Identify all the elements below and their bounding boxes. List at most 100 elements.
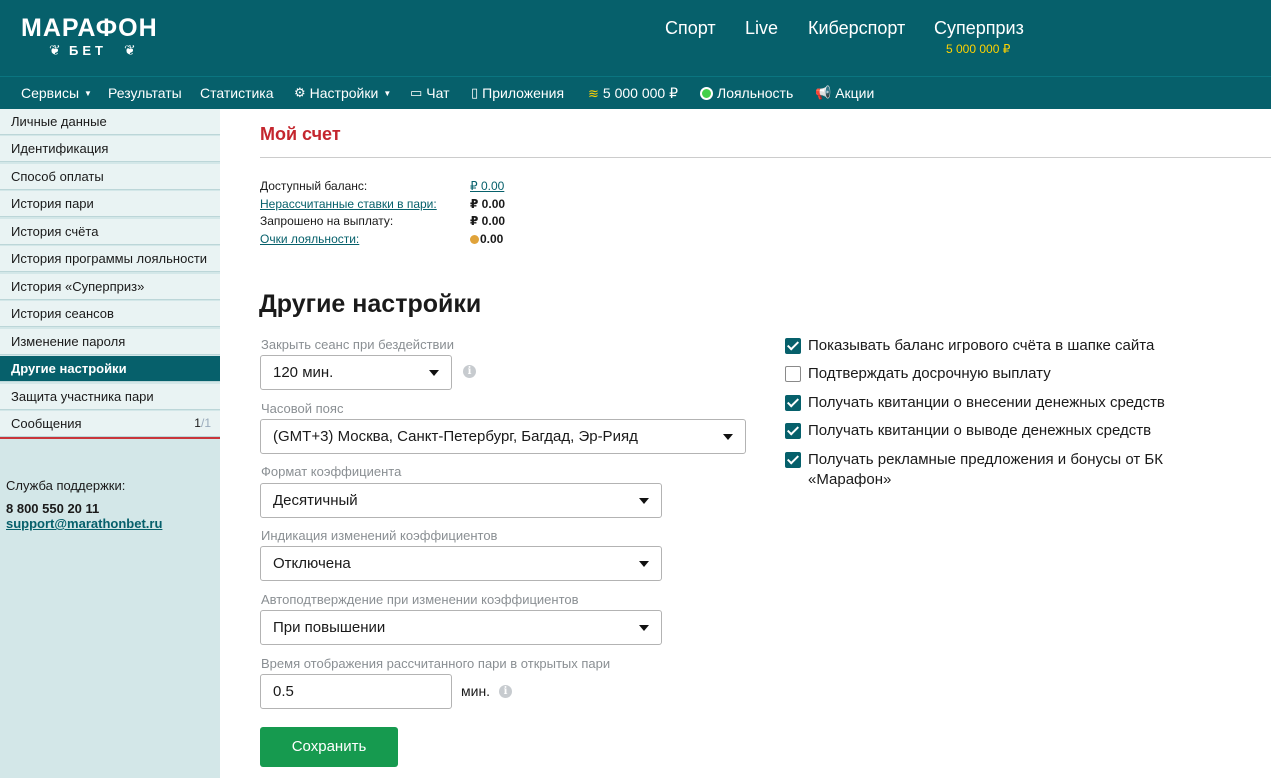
sidebar-divider bbox=[0, 437, 220, 439]
support-title: Служба поддержки: bbox=[6, 478, 126, 493]
chevron-down-icon bbox=[639, 561, 649, 567]
subnav-results-label: Результаты bbox=[108, 85, 182, 101]
odds-format-label: Формат коэффициента bbox=[261, 464, 402, 479]
checkbox-checked-icon[interactable] bbox=[785, 423, 801, 439]
chevron-down-icon bbox=[429, 370, 439, 376]
checkbox-checked-icon[interactable] bbox=[785, 395, 801, 411]
checkbox-unchecked-icon[interactable] bbox=[785, 366, 801, 382]
loyalty-coin-icon bbox=[470, 235, 479, 244]
info-icon[interactable]: i bbox=[499, 685, 512, 698]
sidebar-item-session-history[interactable]: История сеансов bbox=[0, 301, 220, 327]
laurel-right-icon: ❦ bbox=[124, 42, 136, 58]
loyalty-points-number: 0.00 bbox=[480, 232, 504, 246]
logo-text: МАРАФОН bbox=[21, 14, 158, 42]
superprize-amount[interactable]: 5 000 000 ₽ bbox=[946, 42, 1010, 56]
sidebar-item-change-password[interactable]: Изменение пароля bbox=[0, 329, 220, 355]
autoconfirm-select[interactable]: При повышении bbox=[260, 610, 662, 645]
subnav-chat-label: Чат bbox=[426, 85, 450, 101]
sidebar-item-player-protection[interactable]: Защита участника пари bbox=[0, 384, 220, 410]
checkbox-checked-icon[interactable] bbox=[785, 338, 801, 354]
settings-title: Другие настройки bbox=[259, 290, 482, 318]
checkbox-label: Получать квитанции о выводе денежных сре… bbox=[808, 422, 1152, 439]
checkbox-deposit-receipts[interactable]: Получать квитанции о внесении денежных с… bbox=[785, 393, 1225, 413]
sidebar-item-bet-history[interactable]: История пари bbox=[0, 191, 220, 217]
topnav-esports[interactable]: Киберспорт bbox=[808, 18, 905, 39]
sidebar-item-other-settings[interactable]: Другие настройки bbox=[0, 356, 220, 382]
topnav-sport[interactable]: Спорт bbox=[665, 18, 716, 39]
balance-label: Доступный баланс: bbox=[260, 179, 368, 193]
subnav-statistics[interactable]: Статистика bbox=[200, 85, 274, 101]
chevron-down-icon bbox=[639, 625, 649, 631]
topnav-live[interactable]: Live bbox=[745, 18, 778, 39]
checkbox-label: Подтверждать досрочную выплату bbox=[808, 365, 1051, 382]
loyalty-points-link[interactable]: Очки лояльности: bbox=[260, 232, 359, 246]
laurel-left-icon: ❦ bbox=[49, 42, 61, 58]
session-timeout-value: 120 мин. bbox=[273, 364, 334, 381]
top-header: МАРАФОН ❦ БЕТ ❦ Спорт Live Киберспорт Су… bbox=[0, 0, 1271, 76]
odds-format-value: Десятичный bbox=[273, 492, 358, 509]
subnav-apps-label: Приложения bbox=[482, 85, 565, 101]
subnav-statistics-label: Статистика bbox=[200, 85, 274, 101]
chevron-down-icon bbox=[723, 434, 733, 440]
sidebar-item-identification[interactable]: Идентификация bbox=[0, 136, 220, 162]
autoconfirm-label: Автоподтверждение при изменении коэффици… bbox=[261, 592, 579, 607]
odds-format-select[interactable]: Десятичный bbox=[260, 483, 662, 518]
timezone-select[interactable]: (GMT+3) Москва, Санкт-Петербург, Багдад,… bbox=[260, 419, 746, 454]
checkbox-show-balance[interactable]: Показывать баланс игрового счёта в шапке… bbox=[785, 336, 1225, 356]
display-time-unit: мин. bbox=[461, 683, 491, 699]
session-timeout-select[interactable]: 120 мин. bbox=[260, 355, 452, 390]
odds-change-select[interactable]: Отключена bbox=[260, 546, 662, 581]
subnav-services[interactable]: Сервисы ▼ bbox=[21, 85, 92, 101]
subnav-services-label: Сервисы bbox=[21, 85, 80, 101]
checkbox-checked-icon[interactable] bbox=[785, 452, 801, 468]
checkbox-promo-offers[interactable]: Получать рекламные предложения и бонусы … bbox=[785, 450, 1185, 490]
subnav-results[interactable]: Результаты bbox=[108, 85, 182, 101]
subnav-promotions[interactable]: 📢 Акции bbox=[815, 85, 874, 101]
subnav-loyalty-label: Лояльность bbox=[717, 85, 794, 101]
gear-icon: ⚙ bbox=[294, 85, 306, 100]
checkbox-confirm-cashout[interactable]: Подтверждать досрочную выплату bbox=[785, 364, 1225, 384]
checkbox-withdrawal-receipts[interactable]: Получать квитанции о выводе денежных сре… bbox=[785, 421, 1225, 441]
sidebar-item-superprize-history[interactable]: История «Суперприз» bbox=[0, 274, 220, 300]
coins-icon: ≋ bbox=[588, 85, 599, 101]
subnav-superprize-label: 5 000 000 ₽ bbox=[602, 85, 678, 101]
withdrawal-requested-label: Запрошено на выплату: bbox=[260, 214, 394, 228]
sidebar-item-messages[interactable]: Сообщения 1/1 bbox=[0, 411, 220, 437]
balance-value-link[interactable]: ₽ 0.00 bbox=[470, 179, 504, 193]
sidebar-item-loyalty-history[interactable]: История программы лояльности bbox=[0, 246, 220, 272]
checkbox-label: Получать рекламные предложения и бонусы … bbox=[808, 451, 1163, 488]
timezone-value: (GMT+3) Москва, Санкт-Петербург, Багдад,… bbox=[273, 428, 638, 445]
messages-total: /1 bbox=[200, 416, 211, 430]
sidebar-item-payment-method[interactable]: Способ оплаты bbox=[0, 164, 220, 190]
page-title: Мой счет bbox=[260, 124, 341, 144]
unsettled-bets-link[interactable]: Нерассчитанные ставки в пари: bbox=[260, 197, 437, 211]
sidebar: Личные данные Идентификация Способ оплат… bbox=[0, 109, 220, 778]
sidebar-item-personal-data[interactable]: Личные данные bbox=[0, 109, 220, 135]
display-time-input[interactable]: 0.5 bbox=[260, 674, 452, 709]
withdrawal-requested-value: ₽ 0.00 bbox=[470, 214, 506, 228]
subnav-chat[interactable]: ▭ Чат bbox=[410, 85, 450, 101]
subnav-settings[interactable]: ⚙ Настройки ▼ bbox=[294, 85, 391, 101]
subnav-superprize[interactable]: ≋ 5 000 000 ₽ bbox=[588, 85, 678, 102]
title-divider bbox=[260, 157, 1271, 158]
logo-subtext: БЕТ bbox=[69, 43, 107, 58]
megaphone-icon: 📢 bbox=[815, 85, 832, 100]
timezone-label: Часовой пояс bbox=[261, 401, 344, 416]
chat-icon: ▭ bbox=[410, 85, 423, 100]
loyalty-icon bbox=[700, 86, 713, 100]
support-email-link[interactable]: support@marathonbet.ru bbox=[6, 516, 162, 531]
marathonbet-logo[interactable]: МАРАФОН ❦ БЕТ ❦ bbox=[21, 14, 161, 62]
unsettled-bets-value: ₽ 0.00 bbox=[470, 197, 506, 211]
subnav-promotions-label: Акции bbox=[835, 85, 875, 101]
subnav-apps[interactable]: ▯ Приложения bbox=[471, 85, 564, 101]
loyalty-points-value: 0.00 bbox=[470, 232, 503, 246]
sub-navigation: Сервисы ▼ Результаты Статистика ⚙ Настройк… bbox=[0, 76, 1271, 109]
chevron-down-icon bbox=[639, 498, 649, 504]
chevron-down-icon: ▼ bbox=[383, 88, 392, 98]
sidebar-item-account-history[interactable]: История счёта bbox=[0, 219, 220, 245]
topnav-superprize[interactable]: Суперприз bbox=[934, 18, 1024, 39]
subnav-loyalty[interactable]: Лояльность bbox=[700, 85, 793, 101]
autoconfirm-value: При повышении bbox=[273, 619, 386, 636]
save-button[interactable]: Сохранить bbox=[260, 727, 398, 767]
info-icon[interactable]: i bbox=[463, 365, 476, 378]
